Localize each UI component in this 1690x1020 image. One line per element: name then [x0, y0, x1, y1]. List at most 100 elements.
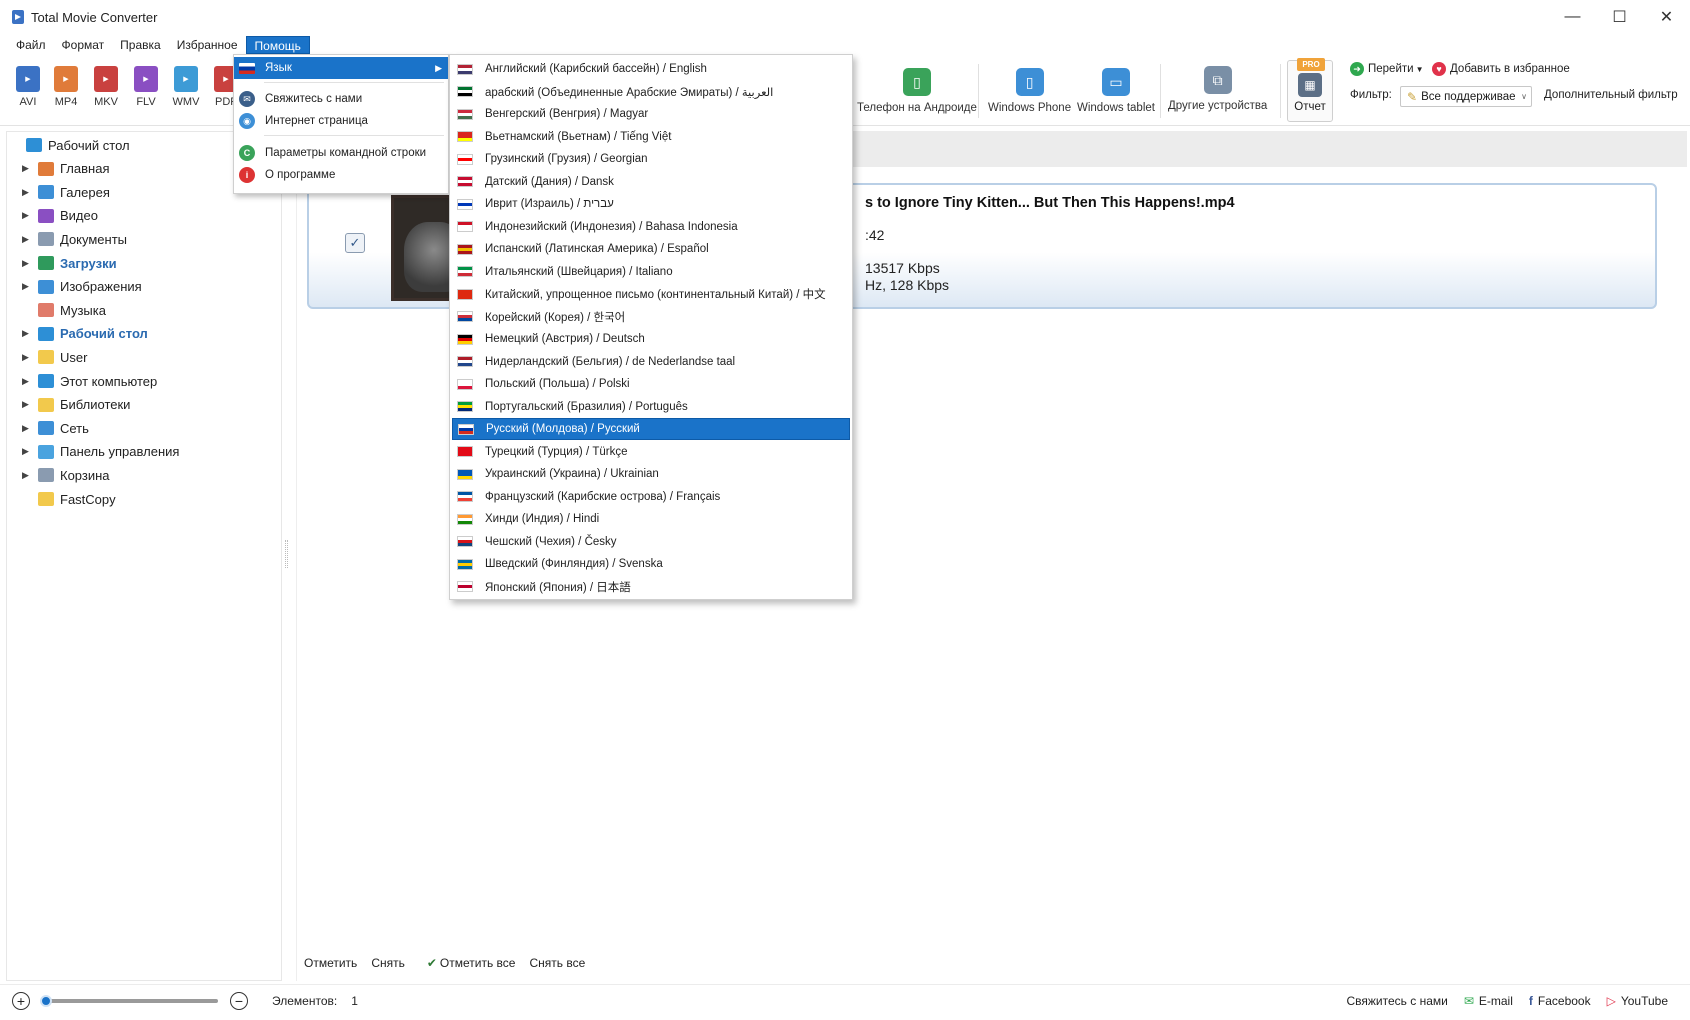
language-option[interactable]: Чешский (Чехия) / Česky [452, 531, 850, 553]
email-link[interactable]: ✉ E-mail [1464, 994, 1513, 1008]
pane-splitter[interactable] [285, 540, 288, 568]
expand-arrow-icon[interactable]: ▶ [22, 187, 32, 198]
language-option[interactable]: Вьетнамский (Вьетнам) / Tiếng Việt [452, 126, 850, 148]
minimize-button[interactable]: — [1549, 0, 1596, 34]
expand-arrow-icon[interactable]: ▶ [22, 258, 32, 269]
file-checkbox[interactable]: ✓ [345, 233, 365, 253]
add-favorite-button[interactable]: ♥ Добавить в избранное [1432, 62, 1570, 76]
language-option[interactable]: Турецкий (Турция) / Türkçe [452, 441, 850, 463]
language-option[interactable]: Индонезийский (Индонезия) / Bahasa Indon… [452, 216, 850, 238]
tree-item[interactable]: ▶ Рабочий стол [7, 323, 148, 345]
format-button-4[interactable]: ▶ WMV [168, 66, 204, 108]
maximize-button[interactable]: ☐ [1596, 0, 1643, 34]
language-option[interactable]: Немецкий (Австрия) / Deutsch [452, 328, 850, 350]
menu-item-contact[interactable]: ✉ Свяжитесь с нами [234, 88, 448, 110]
menu-format[interactable]: Формат [54, 36, 113, 54]
contact-link[interactable]: Свяжитесь с нами [1346, 994, 1447, 1008]
language-option[interactable]: Французский (Карибские острова) / França… [452, 486, 850, 508]
format-button-1[interactable]: ▶ MP4 [48, 66, 84, 108]
language-option[interactable]: Испанский (Латинская Америка) / Español [452, 238, 850, 260]
extra-filter-link[interactable]: Дополнительный фильтр [1544, 89, 1678, 101]
windows-tablet-button[interactable]: ▭ Windows tablet [1077, 68, 1155, 114]
tree-item[interactable]: ▶ Загрузки [7, 252, 117, 274]
language-option[interactable]: Украинский (Украина) / Ukrainian [452, 463, 850, 485]
filter-select[interactable]: ✎ Все поддерживае ∨ [1400, 86, 1532, 107]
zoom-slider[interactable] [40, 994, 218, 1007]
language-option[interactable]: Нидерландский (Бельгия) / de Nederlandse… [452, 351, 850, 373]
zoom-slider-knob[interactable] [40, 994, 52, 1007]
goto-button[interactable]: ➜ Перейти ▼ [1350, 62, 1424, 76]
expand-arrow-icon[interactable]: ▶ [22, 210, 32, 221]
tree-item-label: Рабочий стол [60, 326, 148, 342]
android-phone-button[interactable]: ▯ Телефон на Андроиде [857, 68, 977, 114]
menu-favorites[interactable]: Избранное [169, 36, 246, 54]
tree-item[interactable]: ▶ Сеть [7, 417, 89, 439]
format-button-0[interactable]: ▶ AVI [10, 66, 46, 108]
other-devices-button[interactable]: ⧉ Другие устройства [1168, 66, 1267, 112]
language-option[interactable]: Польский (Польша) / Polski [452, 373, 850, 395]
tree-item[interactable]: Музыка [7, 299, 106, 321]
menu-item-language[interactable]: Язык ▶ [234, 57, 448, 79]
format-button-3[interactable]: ▶ FLV [128, 66, 164, 108]
language-option[interactable]: Китайский, упрощенное письмо (континента… [452, 283, 850, 305]
language-option[interactable]: Иврит (Израиль) / עברית [452, 193, 850, 215]
menu-item-cmdline[interactable]: C Параметры командной строки [234, 142, 448, 164]
expand-arrow-icon[interactable]: ▶ [22, 234, 32, 245]
language-label: Иврит (Израиль) / עברית [485, 198, 614, 210]
expand-arrow-icon[interactable]: ▶ [22, 446, 32, 457]
tree-item[interactable]: ▶ Панель управления [7, 441, 179, 463]
format-button-2[interactable]: ▶ MKV [88, 66, 124, 108]
mark-button[interactable]: Отметить [304, 956, 357, 970]
tree-item[interactable]: ▶ Главная [7, 158, 109, 180]
tree-item[interactable]: ▶ Корзина [7, 464, 110, 486]
language-option[interactable]: Португальский (Бразилия) / Português [452, 396, 850, 418]
language-option[interactable]: Русский (Молдова) / Русский [452, 418, 850, 440]
tree-item[interactable]: FastCopy [7, 488, 116, 510]
language-option[interactable]: Датский (Дания) / Dansk [452, 171, 850, 193]
tree-item[interactable]: Рабочий стол [0, 134, 130, 156]
language-option[interactable]: Шведский (Финляндия) / Svenska [452, 553, 850, 575]
tree-item[interactable]: ▶ User [7, 346, 87, 368]
tree-item[interactable]: ▶ Видео [7, 205, 98, 227]
language-option[interactable]: Грузинский (Грузия) / Georgian [452, 148, 850, 170]
language-option[interactable]: Хинди (Индия) / Hindi [452, 508, 850, 530]
expand-arrow-icon[interactable]: ▶ [22, 399, 32, 410]
tree-item[interactable]: ▶ Библиотеки [7, 394, 130, 416]
tree-item[interactable]: ▶ Галерея [7, 181, 110, 203]
tree-item[interactable]: ▶ Документы [7, 228, 127, 250]
youtube-link[interactable]: ▷ YouTube [1607, 994, 1668, 1008]
expand-arrow-icon[interactable]: ▶ [22, 376, 32, 387]
tree-item[interactable]: ▶ Изображения [7, 276, 142, 298]
menu-item-about[interactable]: i О программе [234, 164, 448, 186]
expand-arrow-icon[interactable]: ▶ [22, 163, 32, 174]
menu-help[interactable]: Помощь [245, 36, 310, 54]
menu-edit[interactable]: Правка [112, 36, 169, 54]
folder-icon [38, 468, 54, 483]
language-option[interactable]: Японский (Япония) / 日本語 [452, 576, 850, 598]
zoom-in-icon[interactable]: + [12, 991, 30, 1010]
tree-item[interactable]: ▶ Этот компьютер [7, 370, 157, 392]
expand-arrow-icon[interactable]: ▶ [22, 423, 32, 434]
menu-item-website[interactable]: ◉ Интернет страница [234, 110, 448, 132]
expand-arrow-icon[interactable]: ▶ [22, 470, 32, 481]
language-option[interactable]: Английский (Карибский бассейн) / English [452, 58, 850, 80]
language-option[interactable]: арабский (Объединенные Арабские Эмираты)… [452, 81, 850, 103]
goto-label: Перейти [1368, 63, 1414, 75]
expand-arrow-icon[interactable]: ▶ [22, 352, 32, 363]
mark-all-button[interactable]: ✔ Отметить все [427, 956, 516, 970]
expand-arrow-icon[interactable]: ▶ [22, 281, 32, 292]
zoom-out-icon[interactable]: − [230, 991, 248, 1010]
flag-icon [457, 333, 473, 345]
flag-icon [457, 536, 473, 547]
unmark-button[interactable]: Снять [371, 956, 405, 970]
expand-arrow-icon[interactable]: ▶ [22, 328, 32, 339]
windows-phone-button[interactable]: ▯ Windows Phone [988, 68, 1071, 114]
language-option[interactable]: Корейский (Корея) / 한국어 [452, 306, 850, 328]
close-button[interactable]: ✕ [1643, 0, 1690, 34]
menu-file[interactable]: Файл [8, 36, 54, 54]
language-option[interactable]: Итальянский (Швейцария) / Italiano [452, 261, 850, 283]
video-format-icon: ▶ [94, 66, 118, 92]
language-option[interactable]: Венгерский (Венгрия) / Magyar [452, 103, 850, 125]
facebook-link[interactable]: f Facebook [1529, 994, 1591, 1008]
unmark-all-button[interactable]: Снять все [529, 956, 585, 970]
